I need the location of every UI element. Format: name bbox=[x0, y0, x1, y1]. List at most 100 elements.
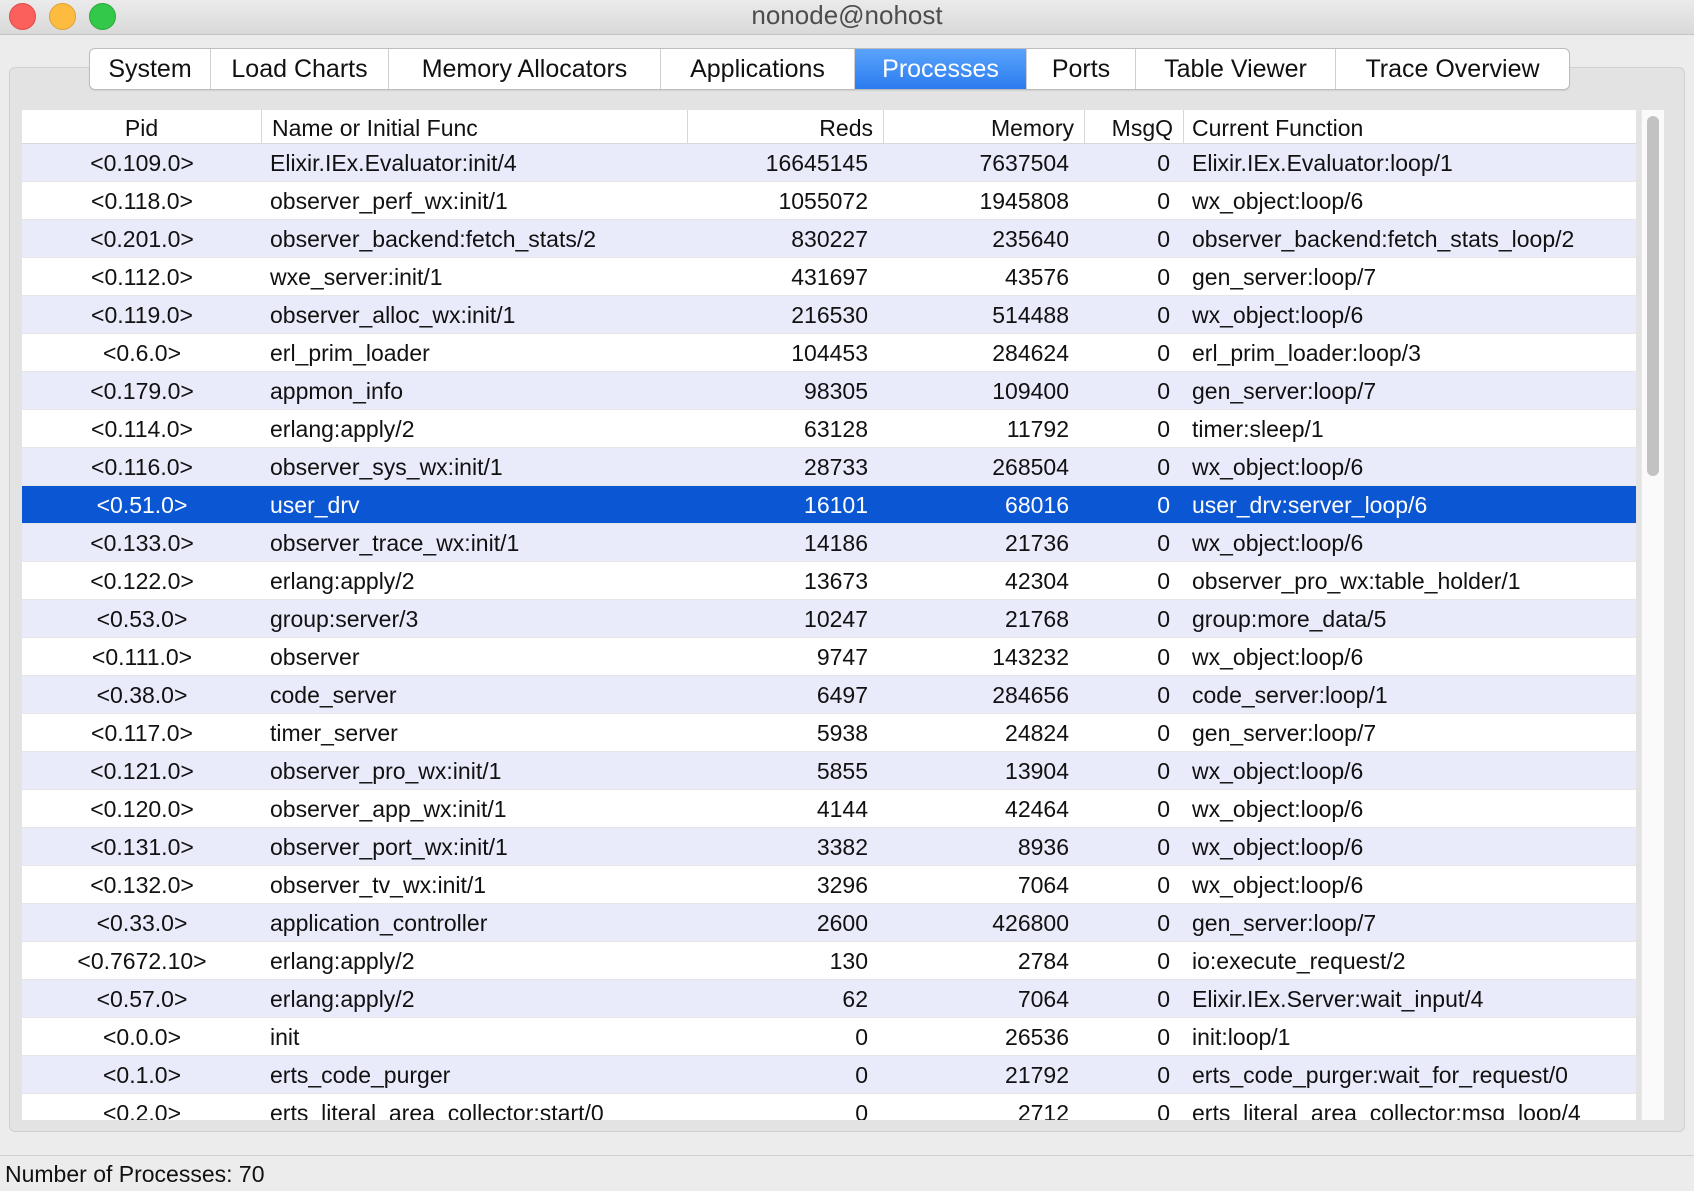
cell-current-function: gen_server:loop/7 bbox=[1192, 264, 1377, 290]
process-table: Pid Name or Initial Func Reds Memory Msg… bbox=[22, 110, 1636, 1120]
cell-name: init bbox=[270, 1024, 300, 1050]
table-row[interactable]: <0.7672.10> erlang:apply/2 130 2784 0 io:exec… bbox=[22, 942, 1636, 980]
cell-name: observer_tv_wx:init/1 bbox=[270, 872, 487, 898]
table-row[interactable]: <0.121.0> observer_pro_wx:init/1 5855 13904… bbox=[22, 752, 1636, 790]
table-row[interactable]: <0.119.0> observer_alloc_wx:init/1 216530 5… bbox=[22, 296, 1636, 334]
table-row[interactable]: <0.201.0> observer_backend:fetch_stats/2 8… bbox=[22, 220, 1636, 258]
cell-current-function: erts_literal_area_collector:msg_loop/4 bbox=[1192, 1100, 1581, 1120]
table-row[interactable]: <0.109.0> Elixir.IEx.Evaluator:init/4 1664… bbox=[22, 144, 1636, 182]
cell-current-function: io:execute_request/2 bbox=[1192, 948, 1406, 974]
cell-pid: <0.132.0> bbox=[90, 872, 194, 898]
cell-pid: <0.109.0> bbox=[90, 150, 194, 176]
table-row[interactable]: <0.116.0> observer_sys_wx:init/1 28733 2685… bbox=[22, 448, 1636, 486]
process-count: Number of Processes: 70 bbox=[5, 1161, 265, 1187]
table-row[interactable]: <0.118.0> observer_perf_wx:init/1 1055072 1… bbox=[22, 182, 1636, 220]
table-row[interactable]: <0.131.0> observer_port_wx:init/1 3382 8936… bbox=[22, 828, 1636, 866]
cell-msgq: 0 bbox=[1157, 796, 1170, 822]
cell-name: erts_literal_area_collector:start/0 bbox=[270, 1100, 604, 1120]
cell-msgq: 0 bbox=[1157, 1024, 1170, 1050]
cell-memory: 426800 bbox=[992, 910, 1069, 936]
column-header-msgq[interactable]: MsgQ bbox=[1085, 110, 1184, 143]
cell-msgq: 0 bbox=[1157, 378, 1170, 404]
cell-name: application_controller bbox=[270, 910, 488, 936]
cell-msgq: 0 bbox=[1157, 682, 1170, 708]
cell-msgq: 0 bbox=[1157, 1062, 1170, 1088]
cell-reds: 0 bbox=[855, 1100, 868, 1120]
table-row[interactable]: <0.132.0> observer_tv_wx:init/1 3296 7064 0 w… bbox=[22, 866, 1636, 904]
table-row[interactable]: <0.2.0> erts_literal_area_collector:start… bbox=[22, 1094, 1636, 1120]
cell-name: erlang:apply/2 bbox=[270, 416, 415, 442]
cell-pid: <0.119.0> bbox=[91, 302, 193, 328]
cell-msgq: 0 bbox=[1157, 948, 1170, 974]
cell-reds: 3382 bbox=[816, 834, 868, 860]
table-row[interactable]: <0.1.0> erts_code_purger 0 21792 0 erts_code_… bbox=[22, 1056, 1636, 1094]
table-row[interactable]: <0.117.0> timer_server 5938 24824 0 gen_serve… bbox=[22, 714, 1636, 752]
cell-reds: 16645145 bbox=[765, 150, 868, 176]
cell-memory: 268504 bbox=[992, 454, 1069, 480]
cell-msgq: 0 bbox=[1157, 264, 1170, 290]
cell-current-function: wx_object:loop/6 bbox=[1192, 796, 1364, 822]
cell-memory: 7064 bbox=[1017, 872, 1069, 898]
scrollbar-thumb[interactable] bbox=[1647, 116, 1659, 476]
cell-current-function: wx_object:loop/6 bbox=[1192, 188, 1364, 214]
tab-table-viewer[interactable]: Table Viewer bbox=[1136, 49, 1336, 89]
cell-name: observer_pro_wx:init/1 bbox=[270, 758, 502, 784]
tab-load-charts[interactable]: Load Charts bbox=[211, 49, 389, 89]
table-row[interactable]: <0.122.0> erlang:apply/2 13673 42304 0 observ… bbox=[22, 562, 1636, 600]
tab-applications[interactable]: Applications bbox=[661, 49, 855, 89]
table-row[interactable]: <0.120.0> observer_app_wx:init/1 4144 42464… bbox=[22, 790, 1636, 828]
cell-reds: 0 bbox=[855, 1062, 868, 1088]
cell-reds: 98305 bbox=[804, 378, 868, 404]
column-header-current-function[interactable]: Current Function bbox=[1184, 110, 1636, 143]
cell-msgq: 0 bbox=[1157, 872, 1170, 898]
cell-current-function: gen_server:loop/7 bbox=[1192, 720, 1377, 746]
column-header-memory[interactable]: Memory bbox=[884, 110, 1085, 143]
cell-name: appmon_info bbox=[270, 378, 403, 404]
cell-pid: <0.201.0> bbox=[90, 226, 194, 252]
tab-system[interactable]: System bbox=[90, 49, 211, 89]
cell-msgq: 0 bbox=[1157, 986, 1170, 1012]
table-row[interactable]: <0.51.0> user_drv 16101 68016 0 user_drv:serv… bbox=[22, 486, 1636, 524]
cell-memory: 7637504 bbox=[979, 150, 1069, 176]
cell-memory: 1945808 bbox=[979, 188, 1069, 214]
cell-msgq: 0 bbox=[1157, 226, 1170, 252]
table-row[interactable]: <0.38.0> code_server 6497 284656 0 code_serve… bbox=[22, 676, 1636, 714]
cell-name: group:server/3 bbox=[270, 606, 419, 632]
cell-reds: 3296 bbox=[816, 872, 868, 898]
cell-name: user_drv bbox=[270, 492, 360, 518]
cell-name: erlang:apply/2 bbox=[270, 986, 415, 1012]
cell-memory: 42304 bbox=[1005, 568, 1069, 594]
cell-name: timer_server bbox=[270, 720, 398, 746]
table-row[interactable]: <0.33.0> application_controller 2600 426800… bbox=[22, 904, 1636, 942]
table-row[interactable]: <0.6.0> erl_prim_loader 104453 284624 0 erl_p… bbox=[22, 334, 1636, 372]
cell-msgq: 0 bbox=[1157, 150, 1170, 176]
cell-name: observer_trace_wx:init/1 bbox=[270, 530, 520, 556]
table-row[interactable]: <0.57.0> erlang:apply/2 62 7064 0 Elixir.IEx.… bbox=[22, 980, 1636, 1018]
cell-msgq: 0 bbox=[1157, 416, 1170, 442]
table-row[interactable]: <0.111.0> observer 9747 143232 0 wx_object:lo… bbox=[22, 638, 1636, 676]
cell-pid: <0.38.0> bbox=[96, 682, 188, 708]
table-row[interactable]: <0.133.0> observer_trace_wx:init/1 14186 21… bbox=[22, 524, 1636, 562]
table-row[interactable]: <0.53.0> group:server/3 10247 21768 0 group:m… bbox=[22, 600, 1636, 638]
cell-memory: 43576 bbox=[1005, 264, 1069, 290]
table-row[interactable]: <0.114.0> erlang:apply/2 63128 11792 0 timer:… bbox=[22, 410, 1636, 448]
tab-trace-overview[interactable]: Trace Overview bbox=[1336, 49, 1569, 89]
tab-ports[interactable]: Ports bbox=[1027, 49, 1136, 89]
cell-pid: <0.53.0> bbox=[96, 606, 188, 632]
cell-name: observer_app_wx:init/1 bbox=[270, 796, 507, 822]
cell-name: observer_sys_wx:init/1 bbox=[270, 454, 503, 480]
table-scrollbar[interactable] bbox=[1641, 110, 1664, 1120]
cell-reds: 4144 bbox=[816, 796, 868, 822]
table-row[interactable]: <0.179.0> appmon_info 98305 109400 0 gen_serv… bbox=[22, 372, 1636, 410]
column-header-name[interactable]: Name or Initial Func bbox=[262, 110, 688, 143]
cell-msgq: 0 bbox=[1157, 910, 1170, 936]
tab-processes[interactable]: Processes bbox=[855, 49, 1027, 89]
cell-name: erl_prim_loader bbox=[270, 340, 430, 366]
column-header-reds[interactable]: Reds bbox=[688, 110, 884, 143]
tab-memory-allocators[interactable]: Memory Allocators bbox=[389, 49, 661, 89]
column-header-pid[interactable]: Pid bbox=[22, 110, 262, 143]
cell-current-function: gen_server:loop/7 bbox=[1192, 378, 1377, 404]
table-row[interactable]: <0.112.0> wxe_server:init/1 431697 43576 0 ge… bbox=[22, 258, 1636, 296]
cell-name: observer_port_wx:init/1 bbox=[270, 834, 508, 860]
table-row[interactable]: <0.0.0> init 0 26536 0 init:loop/1 bbox=[22, 1018, 1636, 1056]
